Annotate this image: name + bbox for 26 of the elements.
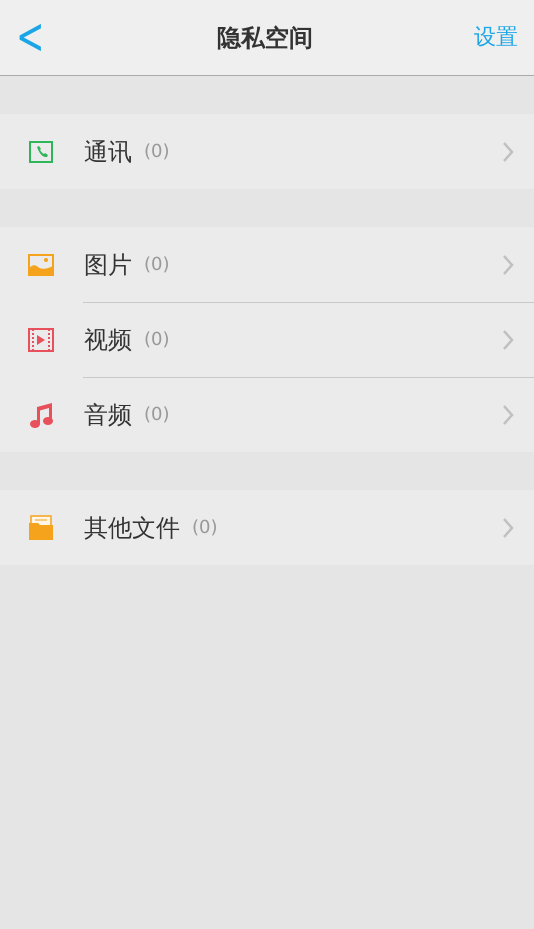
chevron-icon (502, 404, 514, 426)
item-label: 其他文件 (84, 512, 180, 544)
item-count: (0) (144, 403, 170, 427)
item-count: (0) (144, 140, 170, 164)
chevron-icon (502, 140, 514, 162)
chevron-icon (502, 516, 514, 538)
folder-icon (28, 514, 54, 540)
film-icon (28, 328, 54, 352)
item-label: 视频 (84, 324, 132, 356)
list-item[interactable]: 通讯 (0) (0, 114, 534, 189)
item-label: 通讯 (84, 136, 132, 168)
item-count: (0) (144, 328, 170, 352)
chevron-icon (502, 328, 514, 350)
item-count: (0) (192, 516, 218, 540)
page-title: 隐私空间 (217, 22, 313, 54)
music-note-icon (28, 400, 54, 428)
item-label: 音频 (84, 400, 132, 430)
chevron-icon (502, 254, 514, 276)
phone-icon (28, 140, 54, 164)
list-item[interactable]: 图片 (0) (0, 227, 534, 302)
item-label: 图片 (84, 250, 132, 280)
image-icon (28, 254, 54, 276)
item-count: (0) (144, 253, 170, 277)
list-item[interactable]: 视频 (0) (0, 302, 534, 377)
list-item[interactable]: 其他文件 (0) (0, 490, 534, 565)
list-item[interactable]: 音频 (0) (0, 377, 534, 452)
